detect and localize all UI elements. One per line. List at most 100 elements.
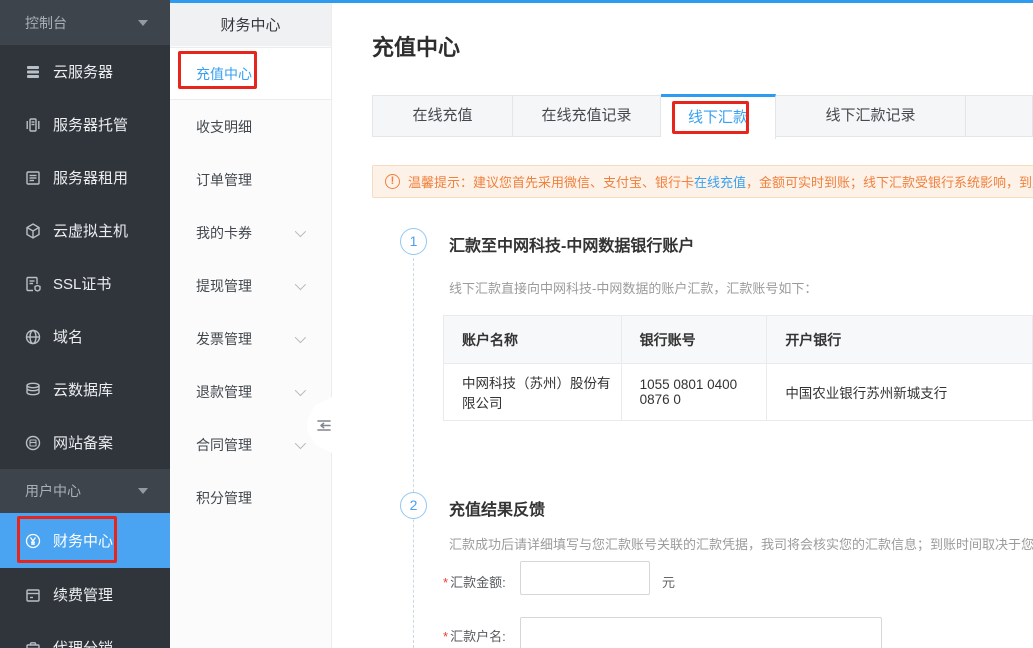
sidebar-item-agent-distribution[interactable]: 代理分销 <box>0 621 170 648</box>
sidebar-item-renewal-management[interactable]: 续费管理 <box>0 568 170 621</box>
submenu-item-invoice-management[interactable]: 发票管理 <box>170 312 331 365</box>
chevron-down-icon <box>295 225 306 236</box>
server-tower-icon <box>24 116 42 134</box>
sidebar-item-cloud-server[interactable]: 云服务器 <box>0 45 170 98</box>
recharge-center-screen: 控制台 云服务器 服务器托管 服务器租用 云虚拟主机 <box>0 0 1033 648</box>
chevron-down-icon <box>295 384 306 395</box>
server-stack-icon <box>24 63 42 81</box>
sidebar-item-label: 域名 <box>53 326 83 347</box>
notice-banner: ! 温馨提示：建议您首先采用微信、支付宝、银行卡在线充值，金额可实时到账；线下汇… <box>372 165 1033 198</box>
table-header-row: 账户名称 银行账号 开户银行 <box>444 316 1033 364</box>
finance-submenu: 财务中心 充值中心 收支明细 订单管理 我的卡券 提现管理 发票管理 <box>170 3 332 648</box>
sidebar-item-server-hosting[interactable]: 服务器托管 <box>0 98 170 151</box>
chevron-down-icon <box>295 278 306 289</box>
submenu-item-label: 发票管理 <box>196 329 252 349</box>
tab-offline-remittance[interactable]: 线下汇款 <box>661 94 776 139</box>
globe-icon <box>24 328 42 346</box>
filing-circle-icon <box>24 434 42 452</box>
recharge-tabbar: 在线充值 在线充值记录 线下汇款 线下汇款记录 <box>372 95 1033 137</box>
top-accent-bar <box>170 0 1033 3</box>
tab-online-recharge-records[interactable]: 在线充值记录 <box>513 96 661 136</box>
submenu-item-label: 合同管理 <box>196 435 252 455</box>
bank-account-table: 账户名称 银行账号 开户银行 中网科技（苏州）股份有限公司 1055 0801 … <box>443 315 1033 421</box>
sidebar-section-user-center[interactable]: 用户中心 <box>0 469 170 513</box>
sidebar-item-ssl-certificate[interactable]: SSL证书 <box>0 257 170 310</box>
submenu-item-label: 充值中心 <box>196 64 252 84</box>
exclamation-circle-icon: ! <box>385 174 400 189</box>
tab-online-recharge[interactable]: 在线充值 <box>373 96 513 136</box>
primary-sidebar: 控制台 云服务器 服务器托管 服务器租用 云虚拟主机 <box>0 0 170 648</box>
amount-unit: 元 <box>662 572 675 591</box>
database-icon <box>24 381 42 399</box>
sidebar-item-label: SSL证书 <box>53 273 111 294</box>
column-header-account-name: 账户名称 <box>444 316 622 364</box>
tab-offline-remittance-records[interactable]: 线下汇款记录 <box>776 96 966 136</box>
sidebar-item-virtual-host[interactable]: 云虚拟主机 <box>0 204 170 257</box>
step-1-title: 汇款至中网科技-中网数据银行账户 <box>449 232 694 256</box>
sidebar-item-website-filing[interactable]: 网站备案 <box>0 416 170 469</box>
step-2-title: 充值结果反馈 <box>449 496 545 520</box>
cell-bank-account-number: 1055 0801 0400 0876 0 <box>621 364 767 421</box>
certificate-icon <box>24 275 42 293</box>
collapse-menu-icon <box>317 419 331 432</box>
label-text: 汇款户名: <box>450 629 506 644</box>
submenu-item-label: 我的卡券 <box>196 223 252 243</box>
online-recharge-link[interactable]: 在线充值 <box>694 175 746 190</box>
notice-text: 温馨提示：建议您首先采用微信、支付宝、银行卡在线充值，金额可实时到账；线下汇款受… <box>408 172 1033 191</box>
triangle-down-icon <box>138 488 148 494</box>
cube-icon <box>24 222 42 240</box>
chevron-down-icon <box>295 331 306 342</box>
submenu-item-label: 退款管理 <box>196 382 252 402</box>
submenu-title: 财务中心 <box>220 14 280 35</box>
cell-opening-bank: 中国农业银行苏州新城支行 <box>767 364 1033 421</box>
table-row: 中网科技（苏州）股份有限公司 1055 0801 0400 0876 0 中国农… <box>444 364 1033 421</box>
sidebar-item-domain[interactable]: 域名 <box>0 310 170 363</box>
briefcase-icon <box>24 639 42 648</box>
console-label: 控制台 <box>25 13 67 33</box>
sidebar-item-label: 服务器托管 <box>53 114 128 135</box>
sidebar-item-label: 云数据库 <box>53 379 113 400</box>
submenu-item-order-management[interactable]: 订单管理 <box>170 153 331 206</box>
triangle-down-icon <box>138 20 148 26</box>
sidebar-item-label: 云虚拟主机 <box>53 220 128 241</box>
required-asterisk: * <box>443 575 448 590</box>
submenu-item-income-expense[interactable]: 收支明细 <box>170 100 331 153</box>
cell-account-name: 中网科技（苏州）股份有限公司 <box>444 364 622 421</box>
label-text: 汇款金额: <box>450 575 506 590</box>
sidebar-item-label: 服务器租用 <box>53 167 128 188</box>
chevron-down-icon <box>295 437 306 448</box>
remittance-amount-input[interactable] <box>520 561 650 595</box>
step-1-badge: 1 <box>400 228 427 255</box>
submenu-item-label: 订单管理 <box>196 170 252 190</box>
remittance-amount-label: *汇款金额: <box>443 572 506 591</box>
submenu-item-contract-management[interactable]: 合同管理 <box>170 418 331 471</box>
user-center-label: 用户中心 <box>25 481 81 501</box>
remittance-account-name-input[interactable] <box>520 617 882 648</box>
sidebar-item-label: 代理分销 <box>53 637 113 648</box>
yen-circle-icon <box>24 532 42 550</box>
submenu-item-points-management[interactable]: 积分管理 <box>170 471 331 524</box>
submenu-item-my-coupons[interactable]: 我的卡券 <box>170 206 331 259</box>
notice-prefix: 温馨提示：建议您首先采用微信、支付宝、银行卡 <box>408 175 694 190</box>
submenu-item-label: 收支明细 <box>196 117 252 137</box>
submenu-item-withdrawal-management[interactable]: 提现管理 <box>170 259 331 312</box>
required-asterisk: * <box>443 629 448 644</box>
server-list-icon <box>24 169 42 187</box>
sidebar-item-finance-center[interactable]: 财务中心 <box>0 513 170 568</box>
sidebar-item-label: 云服务器 <box>53 61 113 82</box>
page-title: 充值中心 <box>372 30 460 62</box>
submenu-header: 财务中心 <box>170 3 331 46</box>
submenu-item-label: 积分管理 <box>196 488 252 508</box>
sidebar-section-console[interactable]: 控制台 <box>0 0 170 45</box>
step-connector-line <box>413 258 414 648</box>
submenu-item-refund-management[interactable]: 退款管理 <box>170 365 331 418</box>
main-content: 充值中心 在线充值 在线充值记录 线下汇款 线下汇款记录 ! 温馨提示：建议您首… <box>332 0 1033 648</box>
renew-card-icon <box>24 586 42 604</box>
submenu-item-recharge-center[interactable]: 充值中心 <box>170 47 331 100</box>
step-2-badge: 2 <box>400 492 427 519</box>
step-1-description: 线下汇款直接向中网科技-中网数据的账户汇款，汇款账号如下： <box>449 278 817 297</box>
sidebar-item-label: 网站备案 <box>53 432 113 453</box>
sidebar-item-label: 续费管理 <box>53 584 113 605</box>
sidebar-item-cloud-database[interactable]: 云数据库 <box>0 363 170 416</box>
sidebar-item-server-rental[interactable]: 服务器租用 <box>0 151 170 204</box>
